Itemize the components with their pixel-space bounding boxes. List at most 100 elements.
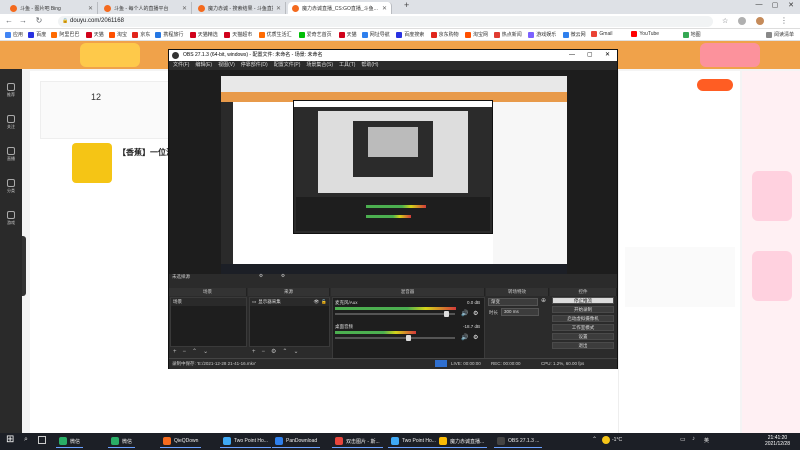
bookmark-item[interactable]: 微云网	[562, 31, 586, 38]
transition-add-icon[interactable]: ⊕	[541, 297, 546, 304]
volume-slider[interactable]	[335, 311, 455, 317]
bookmark-item[interactable]: 优质生活汇	[258, 31, 292, 38]
system-clock[interactable]: 21:41:20 2021/12/28	[765, 435, 790, 447]
browser-tab[interactable]: 魔力赤诚 - 搜索结果 - 斗鱼直播 ✕	[194, 2, 286, 14]
obs-maximize-button[interactable]: ▢	[587, 50, 593, 61]
source-properties-gear-icon[interactable]: ⚙	[271, 349, 276, 356]
extension-icon[interactable]	[738, 17, 746, 25]
taskbar-app-button[interactable]: 微信	[108, 435, 136, 448]
filters-icon[interactable]: ⚙	[281, 273, 285, 279]
bookmark-item[interactable]: 网址导航	[361, 31, 390, 38]
scene-item[interactable]: 场景	[171, 298, 246, 306]
volume-slider-handle[interactable]	[406, 335, 412, 341]
source-item[interactable]: ▭ 显示器采集 👁 🔓	[250, 298, 329, 306]
bookmark-item[interactable]: 天猫精选	[189, 31, 218, 38]
taskbar-app-button[interactable]: QieQDown	[160, 435, 202, 448]
lock-icon[interactable]: 🔓	[321, 299, 327, 305]
url-input[interactable]: douyu.com/2061168	[58, 16, 713, 27]
close-tab-icon[interactable]: ✕	[382, 5, 387, 12]
bookmark-item[interactable]: 淘宝网	[465, 31, 488, 38]
bookmark-item[interactable]: 天猫超市	[224, 31, 252, 38]
side-collapse-handle[interactable]	[22, 236, 26, 296]
obs-menu-item[interactable]: 编辑(E)	[195, 61, 212, 70]
obs-menu-item[interactable]: 帮助(H)	[361, 61, 378, 70]
add-scene-button[interactable]: +	[173, 349, 177, 356]
obs-menu-item[interactable]: 配置文件(P)	[274, 61, 301, 70]
taskbar-app-button[interactable]: 双击图片 - 斯...	[332, 435, 383, 448]
close-tab-icon[interactable]: ✕	[182, 5, 187, 12]
nav-item-live[interactable]: 直播	[0, 147, 22, 162]
duration-input[interactable]: 300 ms	[501, 308, 539, 316]
bookmark-item[interactable]: 游戏娱乐	[528, 31, 556, 38]
reload-button[interactable]: ↻	[34, 16, 44, 25]
speaker-icon[interactable]: 🔊	[461, 310, 468, 317]
bookmark-item[interactable]: 京东	[132, 31, 150, 38]
obs-menu-item[interactable]: 视图(V)	[218, 61, 235, 70]
nav-item-category[interactable]: 分类	[0, 179, 22, 194]
browser-tab[interactable]: 斗鱼 - 图片吧 Bing ✕	[6, 2, 98, 14]
properties-gear-icon[interactable]: ⚙	[259, 273, 263, 279]
pk-badge[interactable]	[697, 79, 733, 91]
forward-button[interactable]: →	[18, 16, 28, 25]
close-tab-icon[interactable]: ✕	[276, 5, 281, 12]
back-button[interactable]: ←	[4, 16, 14, 25]
maximize-button[interactable]: ▢	[768, 1, 782, 9]
menu-icon[interactable]: ⋮	[780, 16, 788, 25]
bookmark-item[interactable]: 爱奇艺首页	[298, 31, 332, 38]
add-source-button[interactable]: +	[252, 349, 256, 356]
streamer-avatar[interactable]	[72, 143, 112, 183]
settings-button[interactable]: 设置	[552, 333, 614, 340]
nav-item-recommend[interactable]: 推荐	[0, 83, 22, 98]
browser-tab[interactable]: 魔力赤诚直播_CS:GO直播_斗鱼... ✕	[288, 2, 392, 14]
browser-tab[interactable]: 斗鱼 - 每个人的直播平台 ✕	[100, 2, 192, 14]
transition-select[interactable]: 渐变	[488, 298, 538, 306]
obs-menu-item[interactable]: 工具(T)	[339, 61, 355, 70]
bookmark-item[interactable]: 天猫	[338, 31, 357, 38]
obs-menu-item[interactable]: 场景集合(S)	[306, 61, 333, 70]
bookmark-item[interactable]: 携程旅行	[155, 31, 183, 38]
remove-source-button[interactable]: −	[262, 349, 266, 356]
obs-preview-canvas[interactable]	[221, 76, 567, 274]
move-up-button[interactable]: ⌃	[192, 349, 197, 356]
start-recording-button[interactable]: 开始录制	[552, 306, 614, 313]
nav-item-follow[interactable]: 关注	[0, 115, 22, 130]
taskbar-app-button[interactable]: OBS 27.1.3 ...	[494, 435, 543, 448]
start-button[interactable]: ⊞	[6, 434, 14, 445]
taskbar-app-button[interactable]: Two Point Ho...	[220, 435, 271, 448]
remove-scene-button[interactable]: −	[183, 349, 187, 356]
reading-list-button[interactable]: 阅读清单	[766, 31, 794, 38]
taskbar-app-button[interactable]: 魔力赤诚直播...	[436, 435, 488, 448]
obs-minimize-button[interactable]: —	[569, 50, 575, 61]
search-icon[interactable]: ⌕	[24, 436, 28, 444]
bookmark-item[interactable]: 热点新闻	[493, 31, 522, 38]
avatar[interactable]	[756, 17, 764, 25]
bookmark-item[interactable]: 百度	[28, 31, 46, 38]
mixer-gear-icon[interactable]: ⚙	[473, 334, 478, 341]
ad-character-image[interactable]	[752, 171, 792, 221]
bookmark-item[interactable]: 百度搜索	[396, 31, 424, 38]
stop-streaming-button[interactable]: 停止推流	[552, 297, 614, 304]
bookmark-item[interactable]: 京东购物	[430, 31, 459, 38]
move-up-button[interactable]: ⌃	[282, 349, 287, 356]
task-view-icon[interactable]	[38, 436, 46, 444]
close-window-button[interactable]: ✕	[784, 1, 798, 9]
obs-close-button[interactable]: ✕	[605, 50, 610, 61]
volume-slider[interactable]	[335, 335, 455, 341]
bookmark-item[interactable]: Gmail	[591, 31, 612, 37]
new-tab-button[interactable]: +	[404, 0, 409, 10]
move-down-button[interactable]: ⌄	[293, 349, 298, 356]
bookmark-item[interactable]: 阿里巴巴	[51, 31, 79, 38]
bookmark-item[interactable]: 天猫	[85, 31, 104, 38]
bookmark-item[interactable]: 地图	[682, 31, 701, 38]
minimize-button[interactable]: —	[752, 1, 766, 8]
start-virtual-camera-button[interactable]: 启动虚拟摄像机	[552, 315, 614, 322]
bookmark-item[interactable]: 应用	[5, 31, 23, 38]
network-icon[interactable]: ▭	[680, 436, 686, 443]
taskbar-app-button[interactable]: Two Point Ho...	[388, 435, 439, 448]
taskbar-app-button[interactable]: PanDownload	[272, 435, 321, 448]
bookmark-item[interactable]: YouTube	[631, 31, 659, 37]
ime-indicator[interactable]: 英	[704, 437, 709, 444]
mixer-gear-icon[interactable]: ⚙	[473, 310, 478, 317]
close-tab-icon[interactable]: ✕	[88, 5, 93, 12]
nav-item-game[interactable]: 游戏	[0, 211, 22, 226]
